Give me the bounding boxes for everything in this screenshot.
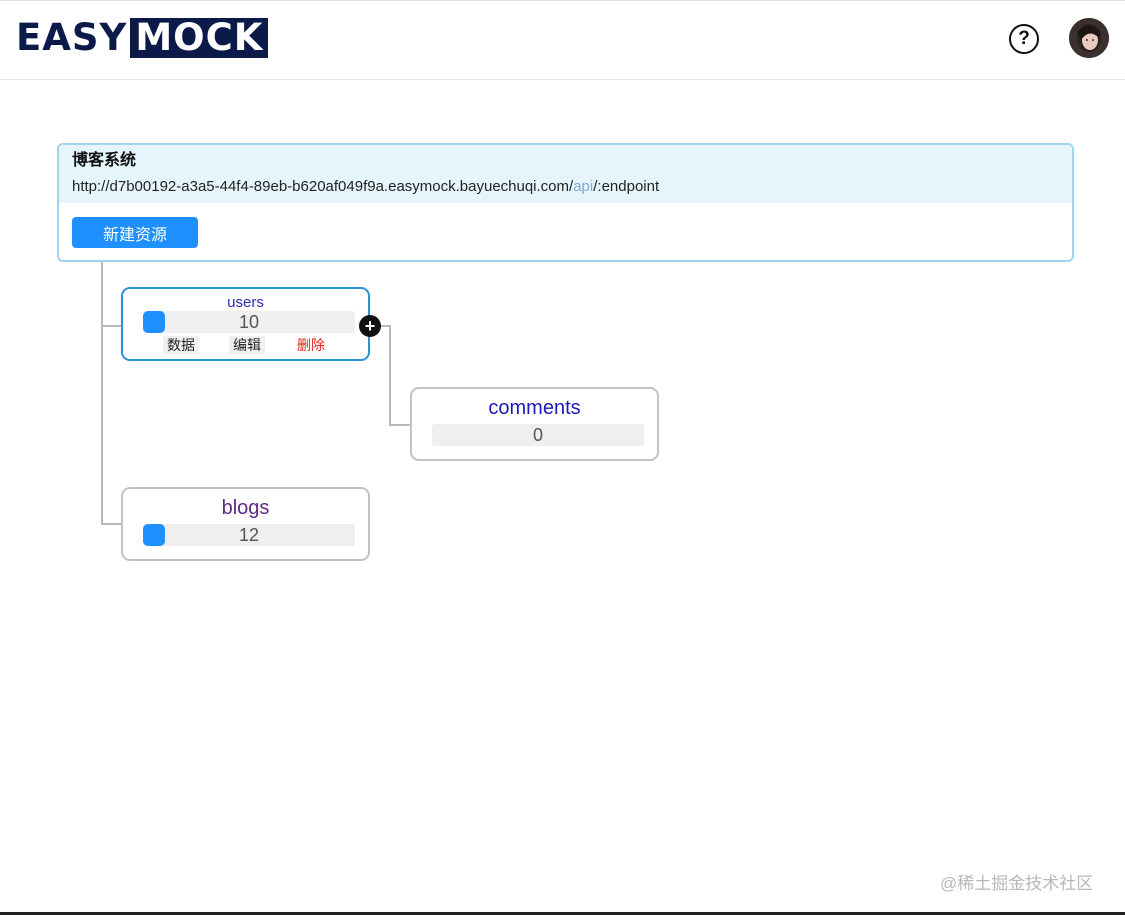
url-prefix: http://d7b00192-a3a5-44f4-89eb-b620af049… [72,178,574,195]
project-panel: 博客系统 http://d7b00192-a3a5-44f4-89eb-b620… [57,143,1074,262]
data-button[interactable]: 数据 [163,336,199,354]
tree-connector [101,325,122,327]
edit-button[interactable]: 编辑 [229,336,265,354]
watermark-text: @稀土掘金技术社区 [940,874,1094,893]
resource-node-blogs[interactable]: blogs 12 [121,487,370,561]
url-suffix: /:endpoint [593,178,660,195]
tree-connector [101,262,103,525]
project-name: 博客系统 [72,152,137,169]
resource-name: blogs [221,497,270,519]
resource-name: comments [488,397,581,419]
project-header: 博客系统 http://d7b00192-a3a5-44f4-89eb-b620… [59,145,1072,203]
project-base-url: http://d7b00192-a3a5-44f4-89eb-b620af049… [72,178,1059,196]
tree-connector [101,523,122,525]
resource-node-users[interactable]: users 10 数据 编辑 删除 [121,287,370,361]
user-avatar-icon[interactable] [1069,18,1109,58]
delete-button[interactable]: 删除 [293,336,329,354]
top-bar: EASY MOCK ? [0,0,1125,80]
help-glyph: ? [1018,28,1030,49]
easymock-logo[interactable]: EASY MOCK [16,16,269,59]
tree-connector [389,325,391,426]
resource-actions: 数据 编辑 删除 [123,336,368,354]
resource-count: 0 [432,424,644,446]
new-resource-button[interactable]: 新建资源 [72,217,198,248]
resource-toggle[interactable] [143,311,165,333]
resource-count: 12 [143,524,355,546]
help-icon[interactable]: ? [1009,24,1039,54]
url-api-segment: api [573,178,594,195]
avatar-image [1069,18,1109,58]
tree-connector [389,424,411,426]
resource-count: 10 [143,311,355,333]
logo-easy-text: EASY [16,16,128,59]
add-child-resource-icon[interactable]: + [359,315,381,337]
resource-toggle[interactable] [143,524,165,546]
logo-mock-text: MOCK [130,18,269,58]
resource-node-comments[interactable]: comments 0 [410,387,659,461]
